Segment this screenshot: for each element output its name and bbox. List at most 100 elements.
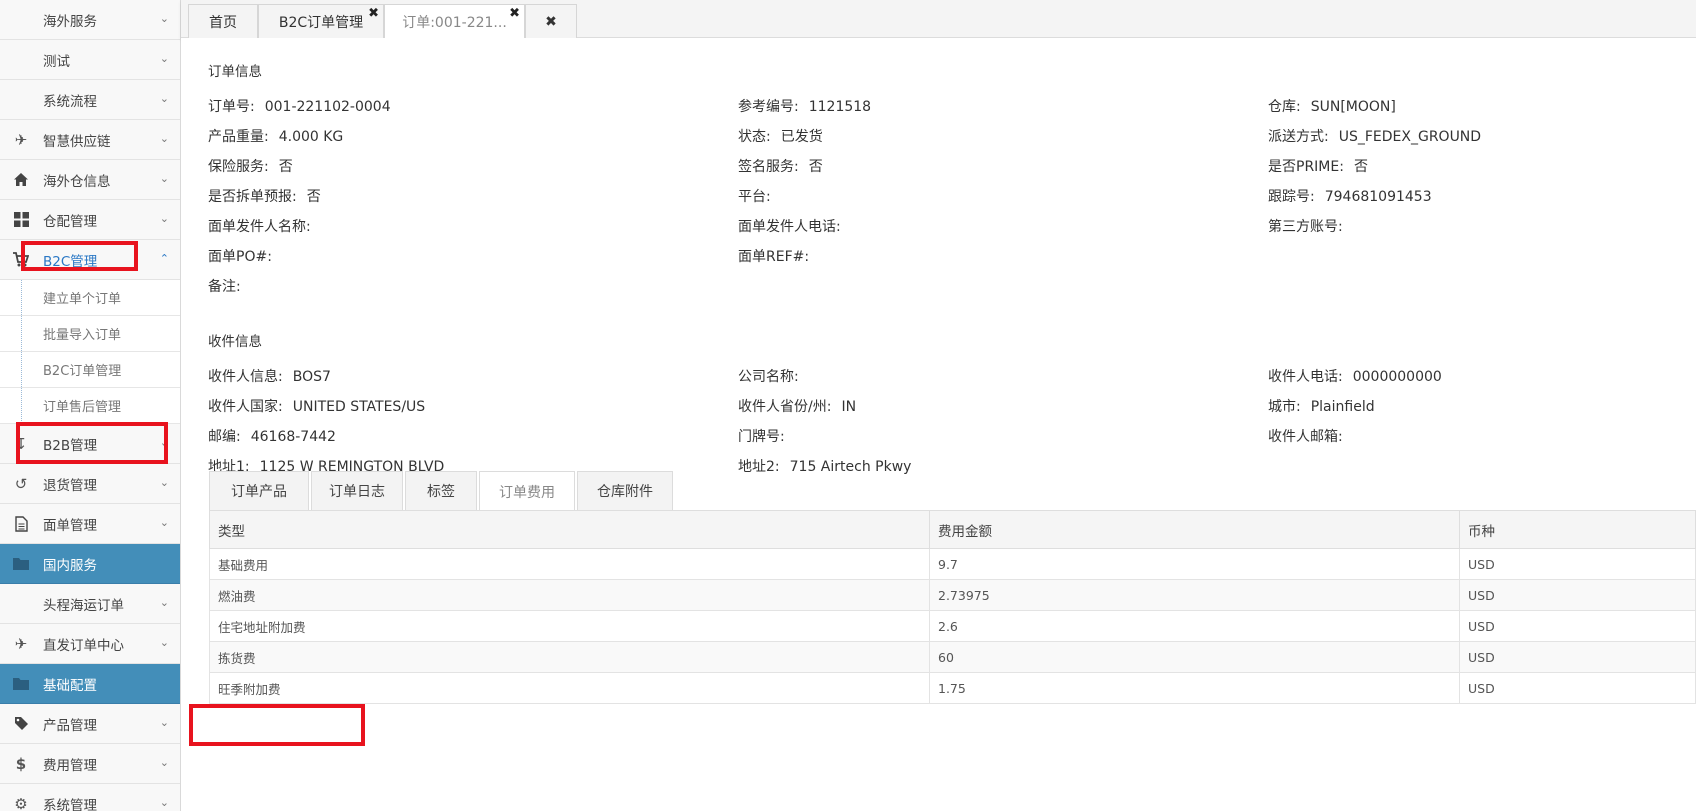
table-row[interactable]: 燃油费 2.73975 USD — [209, 579, 1696, 611]
cell-amount: 2.73975 — [929, 579, 1460, 611]
sidebar-item-label: 海外仓信息 — [43, 173, 111, 190]
tag-icon — [12, 715, 30, 733]
sidebar-subitem-label: 批量导入订单 — [43, 328, 122, 343]
field-ref: 面单REF#: — [738, 249, 810, 265]
field-platform: 平台: — [738, 189, 771, 205]
column-header-type[interactable]: 类型 — [209, 510, 930, 549]
sidebar-item-label: 退货管理 — [43, 477, 97, 494]
sidebar-item-system-flow[interactable]: 系统流程 ⌄ — [0, 80, 180, 120]
cell-currency: USD — [1459, 579, 1696, 611]
cell-currency: USD — [1459, 672, 1696, 704]
field-reference-no: 参考编号: 1121518 — [738, 99, 872, 115]
sidebar-item-labels[interactable]: 面单管理 ⌄ — [0, 504, 180, 544]
table-row[interactable]: 旺季附加费 1.75 USD — [209, 672, 1696, 704]
tab-label: 首页 — [209, 14, 237, 31]
chevron-down-icon: ⌄ — [159, 52, 169, 65]
sidebar-item-test[interactable]: 测试 ⌄ — [0, 40, 180, 80]
tab-label: B2C订单管理 — [278, 14, 364, 31]
field-split-forecast: 是否拆单预报: 否 — [208, 189, 321, 205]
cell-type: 燃油费 — [209, 579, 930, 611]
plane-icon: ✈ — [14, 634, 28, 653]
close-icon[interactable]: ✖ — [368, 6, 379, 21]
field-weight: 产品重量: 4.000 KG — [208, 129, 344, 145]
sidebar-item-label: 费用管理 — [43, 757, 97, 774]
tab-label: 订单费用 — [499, 484, 555, 501]
sidebar-item-label: 面单管理 — [43, 517, 97, 534]
field-address2: 地址2: 715 Airtech Pkwy — [738, 459, 912, 475]
sidebar-item-fees[interactable]: $ 费用管理 ⌄ — [0, 744, 180, 784]
sidebar-item-label: 头程海运订单 — [43, 597, 124, 614]
table-row[interactable]: 基础费用 9.7 USD — [209, 548, 1696, 580]
tab-warehouse-attachments[interactable]: 仓库附件 — [577, 471, 673, 510]
field-company: 公司名称: — [738, 369, 799, 385]
table-row[interactable]: 住宅地址附加费 2.6 USD — [209, 610, 1696, 642]
sidebar-subitem-create-order[interactable]: 建立单个订单 — [0, 280, 180, 316]
cell-currency: USD — [1459, 548, 1696, 580]
field-tracking-no: 跟踪号: 794681091453 — [1268, 189, 1432, 205]
chevron-down-icon: ⌄ — [159, 212, 169, 225]
column-header-currency[interactable]: 币种 — [1459, 510, 1696, 549]
tab-b2c-orders[interactable]: B2C订单管理 ✖ — [258, 4, 384, 38]
fee-table: 类型 费用金额 币种 基础费用 9.7 USD 燃油费 2.73975 USD … — [209, 510, 1696, 704]
grid-icon — [12, 211, 30, 229]
chevron-down-icon: ⌄ — [159, 92, 169, 105]
field-receiver-phone: 收件人电话: 0000000000 — [1268, 369, 1442, 385]
chevron-down-icon: ⌄ — [159, 636, 169, 649]
field-third-party-account: 第三方账号: — [1268, 219, 1343, 235]
home-icon — [12, 171, 30, 189]
tab-order-products[interactable]: 订单产品 — [209, 471, 309, 510]
sidebar-subitem-after-sales[interactable]: 订单售后管理 — [0, 388, 180, 424]
sidebar-item-returns[interactable]: ↺ 退货管理 ⌄ — [0, 464, 180, 504]
sidebar-item-smart-supply[interactable]: ✈ 智慧供应链 ⌄ — [0, 120, 180, 160]
sidebar-item-products[interactable]: 产品管理 ⌄ — [0, 704, 180, 744]
sidebar-subitem-b2c-orders[interactable]: B2C订单管理 — [0, 352, 180, 388]
sidebar-item-label: 产品管理 — [43, 717, 97, 734]
cell-type: 住宅地址附加费 — [209, 610, 930, 642]
tab-order-fees[interactable]: 订单费用 — [479, 471, 575, 511]
sidebar-item-overseas-service[interactable]: 海外服务 ⌄ — [0, 0, 180, 40]
tab-home[interactable]: 首页 — [188, 4, 258, 38]
tab-label: 订单产品 — [231, 484, 287, 500]
chevron-down-icon: ⌄ — [159, 516, 169, 529]
tab-order-log[interactable]: 订单日志 — [311, 471, 403, 510]
sidebar-item-distribution[interactable]: 仓配管理 ⌄ — [0, 200, 180, 240]
table-row[interactable]: 拣货费 60 USD — [209, 641, 1696, 673]
sidebar-section-domestic[interactable]: 国内服务 — [0, 544, 180, 584]
sidebar-subitem-label: B2C订单管理 — [43, 364, 122, 379]
tab-labels[interactable]: 标签 — [405, 471, 477, 510]
chevron-down-icon: ⌄ — [159, 596, 169, 609]
sidebar-item-direct-orders[interactable]: ✈ 直发订单中心 ⌄ — [0, 624, 180, 664]
order-info-title: 订单信息 — [208, 64, 262, 80]
field-warehouse: 仓库: SUN[MOON] — [1268, 99, 1396, 115]
sidebar-item-system[interactable]: ⚙ 系统管理 ⌄ — [0, 784, 180, 811]
cell-type: 拣货费 — [209, 641, 930, 673]
sidebar-item-label: 仓配管理 — [43, 213, 97, 230]
chevron-down-icon: ⌄ — [159, 132, 169, 145]
receiver-info-title: 收件信息 — [208, 334, 262, 350]
sidebar-section-label: 国内服务 — [43, 557, 97, 574]
sidebar-subitem-batch-import[interactable]: 批量导入订单 — [0, 316, 180, 352]
close-all-tabs-button[interactable]: ✖ — [525, 4, 577, 38]
tab-order-detail[interactable]: 订单:001-221... ✖ — [384, 4, 525, 39]
close-icon[interactable]: ✖ — [509, 6, 520, 21]
tab-bar: 首页 B2C订单管理 ✖ 订单:001-221... ✖ ✖ — [181, 0, 1696, 39]
sidebar-item-label: 测试 — [43, 53, 70, 70]
cell-type: 基础费用 — [209, 548, 930, 580]
field-po: 面单PO#: — [208, 249, 272, 265]
sidebar-section-basic-config[interactable]: 基础配置 — [0, 664, 180, 704]
tab-label: 订单:001-221... — [402, 15, 507, 31]
field-delivery-method: 派送方式: US_FEDEX_GROUND — [1268, 129, 1482, 145]
field-remark: 备注: — [208, 279, 241, 295]
field-prime: 是否PRIME: 否 — [1268, 159, 1368, 175]
sidebar-item-b2b[interactable]: ↧ B2B管理 ⌄ — [0, 424, 180, 464]
field-city: 城市: Plainfield — [1268, 399, 1375, 415]
sidebar-subitem-label: 建立单个订单 — [43, 292, 122, 307]
sidebar-item-sea-freight[interactable]: 头程海运订单 ⌄ — [0, 584, 180, 624]
sidebar-item-b2c[interactable]: B2C管理 ⌃ — [0, 240, 180, 280]
folder-icon — [12, 555, 30, 573]
chevron-down-icon: ⌄ — [159, 172, 169, 185]
sidebar-item-warehouse-info[interactable]: 海外仓信息 ⌄ — [0, 160, 180, 200]
cell-currency: USD — [1459, 641, 1696, 673]
column-header-amount[interactable]: 费用金额 — [929, 510, 1460, 549]
tab-label: 标签 — [427, 484, 455, 500]
